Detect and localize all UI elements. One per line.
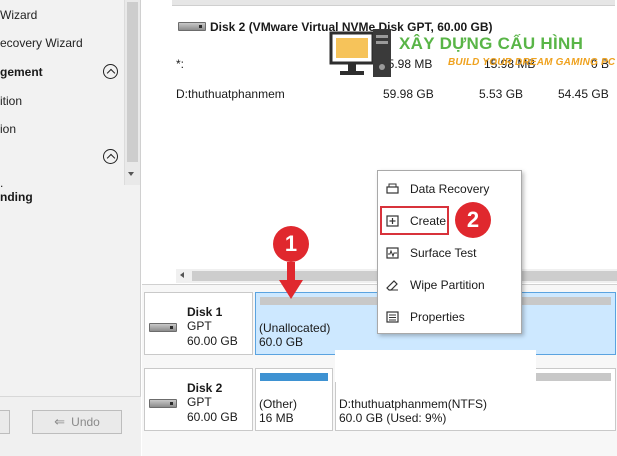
collapse-up-icon-2[interactable] xyxy=(103,149,118,164)
partition-label: D:thuthuatphanmem(NTFS) xyxy=(339,397,488,411)
other-partition[interactable]: (Other) 16 MB xyxy=(255,368,333,431)
disk2-type: GPT xyxy=(187,395,212,409)
partition-bar xyxy=(260,373,328,381)
watermark-title: XÂY DỰNG CẤU HÌNH xyxy=(399,34,584,53)
section-item[interactable]: ion xyxy=(0,122,16,136)
row-capacity: 59.98 GB xyxy=(383,87,434,101)
partition-item[interactable]: ition xyxy=(0,94,22,108)
menu-label: Properties xyxy=(410,310,465,324)
menu-label: Data Recovery xyxy=(410,182,490,196)
watermark-subtitle: BUILD YOUR DREAM GAMING PC xyxy=(448,57,616,68)
menu-item-properties[interactable]: Properties xyxy=(382,305,518,329)
step-2-badge: 2 xyxy=(455,202,491,238)
partition-label: (Unallocated) xyxy=(259,321,331,335)
disk2-name: Disk 2 xyxy=(187,381,223,395)
action-panel: Wizard ecovery Wizard gement ition ion .… xyxy=(0,0,141,456)
recovery-wizard-item[interactable]: ecovery Wizard xyxy=(0,36,83,50)
undo-button[interactable]: ⇐ Undo xyxy=(32,410,122,434)
row-name: D:thuthuatphanmem xyxy=(176,87,285,101)
undo-label: Undo xyxy=(71,415,100,429)
disk-drive-icon xyxy=(149,323,177,332)
context-menu: Data Recovery Create Surface Test Wipe P… xyxy=(377,170,522,334)
partition-size: 16 MB xyxy=(259,411,294,425)
disk1-size: 60.00 GB xyxy=(187,334,238,348)
scroll-down-arrow-icon[interactable] xyxy=(128,172,134,176)
row-name: *: xyxy=(176,57,185,71)
menu-label: Wipe Partition xyxy=(410,278,485,292)
row-unused: 54.45 GB xyxy=(558,87,609,101)
step-1-arrow-head-icon xyxy=(279,280,303,299)
computer-logo-icon xyxy=(329,29,391,77)
disk1-card[interactable]: Disk 1 GPT 60.00 GB xyxy=(144,292,253,355)
disk2-size: 60.00 GB xyxy=(187,410,238,424)
undo-arrow-icon: ⇐ xyxy=(54,414,66,429)
collapse-up-icon[interactable] xyxy=(103,64,118,79)
menu-item-surface-test[interactable]: Surface Test xyxy=(382,241,518,265)
scroll-left-arrow-icon[interactable] xyxy=(180,272,184,278)
row-used: 5.53 GB xyxy=(479,87,524,101)
disk2-card[interactable]: Disk 2 GPT 60.00 GB xyxy=(144,368,253,431)
surface-test-icon xyxy=(386,247,399,259)
disk1-name: Disk 1 xyxy=(187,305,223,319)
wipe-partition-icon xyxy=(386,280,398,291)
partition-size: 60.0 GB xyxy=(259,335,304,349)
menu-item-data-recovery[interactable]: Data Recovery xyxy=(382,177,518,201)
menu-label: Surface Test xyxy=(410,246,477,260)
list-top-border xyxy=(172,0,615,6)
create-highlight-box xyxy=(380,206,449,235)
apply-button[interactable] xyxy=(0,410,10,434)
management-section-header: gement xyxy=(0,65,43,79)
disk1-type: GPT xyxy=(187,319,212,333)
occluding-strip xyxy=(335,350,536,382)
dot-item: . xyxy=(0,176,4,190)
properties-icon xyxy=(386,311,399,323)
wizard-item[interactable]: Wizard xyxy=(0,8,37,22)
menu-item-wipe-partition[interactable]: Wipe Partition xyxy=(382,273,518,297)
disk-drive-icon xyxy=(178,22,206,31)
data-recovery-icon xyxy=(386,183,399,194)
partition-size: 60.0 GB (Used: 9%) xyxy=(339,411,447,425)
step-1-badge: 1 xyxy=(273,226,309,262)
left-panel-scroll-thumb[interactable] xyxy=(127,2,138,162)
partition-label: (Other) xyxy=(259,397,298,411)
left-panel-scrollbar[interactable] xyxy=(124,0,140,185)
disk-drive-icon xyxy=(149,399,177,408)
pending-section-header: nding xyxy=(0,190,33,204)
